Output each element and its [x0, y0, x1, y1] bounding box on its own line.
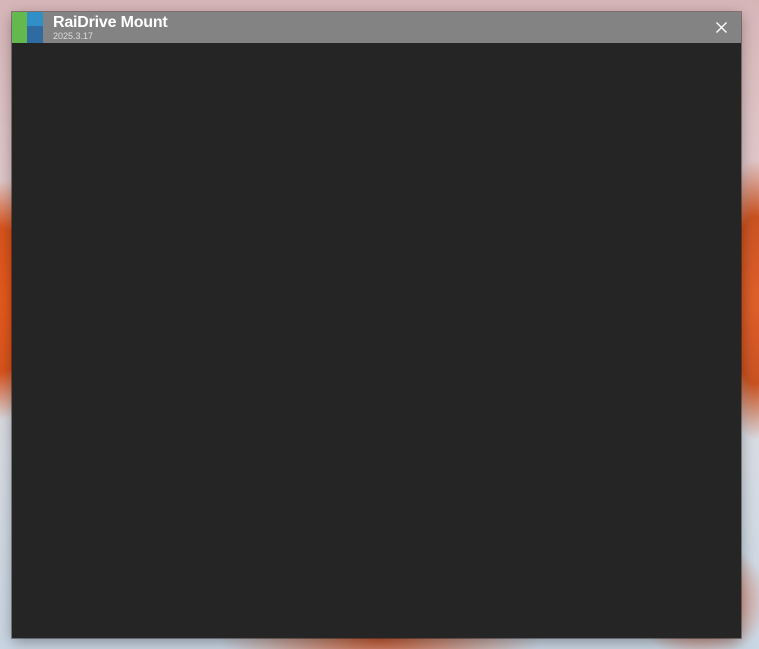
raidrive-mount-window: RaiDrive Mount 2025.3.17: [12, 12, 741, 638]
window-title: RaiDrive Mount: [53, 14, 168, 31]
window-content: [12, 43, 741, 638]
raidrive-logo-icon: [12, 12, 43, 43]
close-button[interactable]: [712, 18, 731, 37]
app-version: 2025.3.17: [53, 31, 94, 41]
close-icon: [716, 22, 727, 33]
title-bar[interactable]: RaiDrive Mount 2025.3.17: [12, 12, 741, 43]
